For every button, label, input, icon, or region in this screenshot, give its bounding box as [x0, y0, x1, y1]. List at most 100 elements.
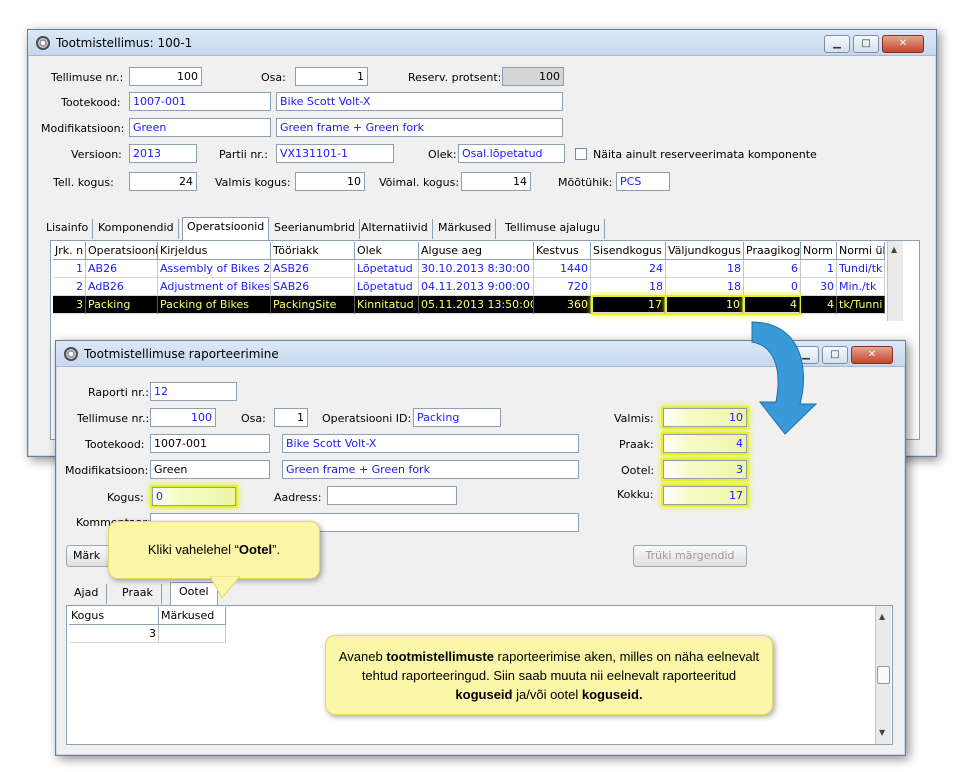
table-row-cell[interactable]: 3 — [69, 625, 159, 643]
operation-id-field[interactable]: Packing — [413, 408, 501, 427]
table-row-cell[interactable]: 2 — [53, 278, 86, 296]
total-label: Kokku: — [617, 488, 654, 501]
pending-scrollbar[interactable]: ▲ ▼ — [875, 606, 891, 744]
table-row-cell[interactable]: PackingSite — [271, 296, 355, 314]
col-header-workcenter[interactable]: Tööriakk — [271, 242, 355, 260]
col-header-seq[interactable]: Jrk. n — [53, 242, 86, 260]
scroll-up-icon[interactable]: ▲ — [891, 245, 897, 254]
maximize-button[interactable]: □ — [853, 35, 879, 53]
table-row-cell[interactable]: Lõpetatud — [355, 260, 419, 278]
tab-alternatiivid[interactable]: Alternatiivid — [357, 219, 433, 239]
table-row-cell[interactable]: 720 — [534, 278, 591, 296]
pending-field[interactable]: 3 — [661, 458, 749, 481]
modification-desc-field[interactable]: Green frame + Green fork — [276, 118, 563, 137]
table-row-cell[interactable]: 6 — [744, 260, 801, 278]
scroll-up-icon[interactable]: ▲ — [879, 612, 885, 621]
table-row-cell[interactable]: AdB26 — [86, 278, 158, 296]
selected-scrap-qty-cell[interactable]: 4 — [743, 295, 802, 315]
possible-qty-field[interactable]: 14 — [461, 172, 531, 191]
tab-markused[interactable]: Märkused — [434, 219, 497, 239]
table-row-cell[interactable]: 18 — [591, 278, 666, 296]
state-field[interactable]: Osal.lõpetatud — [458, 144, 565, 163]
table-row-cell[interactable]: 30 — [801, 278, 837, 296]
version-field[interactable]: 2013 — [129, 144, 197, 163]
table-row-cell[interactable]: Adjustment of Bikes 26 — [158, 278, 271, 296]
tab-praak[interactable]: Praak — [114, 584, 162, 604]
table-row-cell[interactable]: 18 — [666, 260, 744, 278]
table-row-cell[interactable]: 30.10.2013 8:30:00 — [419, 260, 534, 278]
modification-desc-field[interactable]: Green frame + Green fork — [282, 460, 579, 479]
print-labels-button[interactable]: Trüki märgendid — [633, 545, 747, 567]
selected-output-qty-cell[interactable]: 10 — [665, 295, 745, 315]
unit-field[interactable]: PCS — [616, 172, 670, 191]
col-header-state[interactable]: Olek — [355, 242, 419, 260]
tab-komponendid[interactable]: Komponendid — [94, 219, 179, 239]
table-row-cell[interactable]: Lõpetatud — [355, 278, 419, 296]
table-row-cell[interactable]: Tundi/tk — [837, 260, 885, 278]
col-header-input-qty[interactable]: Sisendkogus — [591, 242, 666, 260]
table-row-cell[interactable]: Packing — [86, 296, 158, 314]
col-header-duration[interactable]: Kestvus — [534, 242, 591, 260]
part-field[interactable]: 1 — [274, 408, 308, 427]
table-row-cell[interactable]: SAB26 — [271, 278, 355, 296]
close-button[interactable]: ✕ — [882, 35, 924, 53]
table-row-cell[interactable]: 3 — [53, 296, 86, 314]
selected-input-qty-cell[interactable]: 17 — [591, 295, 667, 315]
table-row-cell[interactable]: 05.11.2013 13:50:00 — [419, 296, 534, 314]
address-field[interactable] — [327, 486, 457, 505]
tab-lisainfo[interactable]: Lisainfo — [42, 219, 94, 239]
report-no-field[interactable]: 12 — [150, 382, 237, 401]
col-header-norm-unit[interactable]: Normi üh — [837, 242, 885, 260]
scroll-thumb[interactable] — [877, 666, 890, 684]
col-header-output-qty[interactable]: Väljundkogus — [666, 242, 744, 260]
table-row-cell[interactable]: tk/Tunni — [837, 296, 885, 314]
table-row-cell[interactable]: Kinnitatud — [355, 296, 419, 314]
total-field[interactable]: 17 — [661, 484, 749, 507]
col-header-scrap-qty[interactable]: Praagikog — [744, 242, 801, 260]
modification-field[interactable]: Green — [129, 118, 271, 137]
table-row-cell[interactable]: 18 — [666, 278, 744, 296]
modification-field[interactable]: Green — [150, 460, 270, 479]
tab-operatsioonid[interactable]: Operatsioonid — [182, 217, 270, 240]
col-header-norm[interactable]: Norm — [801, 242, 837, 260]
table-row-cell[interactable]: 04.11.2013 9:00:00 — [419, 278, 534, 296]
table-row-cell[interactable]: AB26 — [86, 260, 158, 278]
ordered-qty-field[interactable]: 24 — [129, 172, 197, 191]
tab-tellimuse-ajalugu[interactable]: Tellimuse ajalugu — [501, 219, 605, 239]
product-code-field[interactable]: 1007-001 — [129, 92, 271, 111]
finished-qty-field[interactable]: 10 — [295, 172, 365, 191]
table-row-cell[interactable] — [159, 625, 226, 643]
batch-field[interactable]: VX131101-1 — [276, 144, 394, 163]
product-name-field[interactable]: Bike Scott Volt-X — [282, 434, 579, 453]
order-no-field[interactable]: 100 — [129, 67, 202, 86]
table-row-cell[interactable]: Packing of Bikes — [158, 296, 271, 314]
qty-label: Kogus: — [107, 491, 144, 504]
order-no-field[interactable]: 100 — [150, 408, 216, 427]
table-row-cell[interactable]: 1 — [53, 260, 86, 278]
product-code-field[interactable]: 1007-001 — [150, 434, 270, 453]
table-row-cell[interactable]: 360 — [534, 296, 591, 314]
part-field[interactable]: 1 — [295, 67, 368, 86]
table-row-cell[interactable]: 1440 — [534, 260, 591, 278]
table-row-cell[interactable]: Assembly of Bikes 26 in — [158, 260, 271, 278]
table-row-cell[interactable]: 0 — [744, 278, 801, 296]
table-row-cell[interactable]: 24 — [591, 260, 666, 278]
table-row-cell[interactable]: ASB26 — [271, 260, 355, 278]
operations-scrollbar[interactable]: ▲ — [887, 241, 903, 321]
product-name-field[interactable]: Bike Scott Volt-X — [276, 92, 563, 111]
tab-ajad[interactable]: Ajad — [66, 584, 108, 604]
qty-field[interactable]: 0 — [150, 485, 238, 508]
info-text: ja/või ootel — [512, 687, 582, 702]
scroll-down-icon[interactable]: ▼ — [879, 728, 885, 737]
tab-seerianumbrid[interactable]: Seerianumbrid — [270, 219, 361, 239]
table-row-cell[interactable]: 1 — [801, 260, 837, 278]
col-header-qty[interactable]: Kogus — [69, 607, 159, 625]
col-header-start-time[interactable]: Alguse aeg — [419, 242, 534, 260]
show-unreserved-checkbox[interactable] — [575, 148, 587, 160]
table-row-cell[interactable]: Min./tk — [837, 278, 885, 296]
close-button[interactable]: ✕ — [851, 346, 893, 364]
col-header-description[interactable]: Kirjeldus — [158, 242, 271, 260]
minimize-button[interactable]: ▁ — [824, 35, 850, 53]
col-header-operation[interactable]: Operatsiooni — [86, 242, 158, 260]
main-titlebar[interactable]: Tootmistellimus: 100-1 ▁ □ ✕ — [28, 30, 936, 56]
